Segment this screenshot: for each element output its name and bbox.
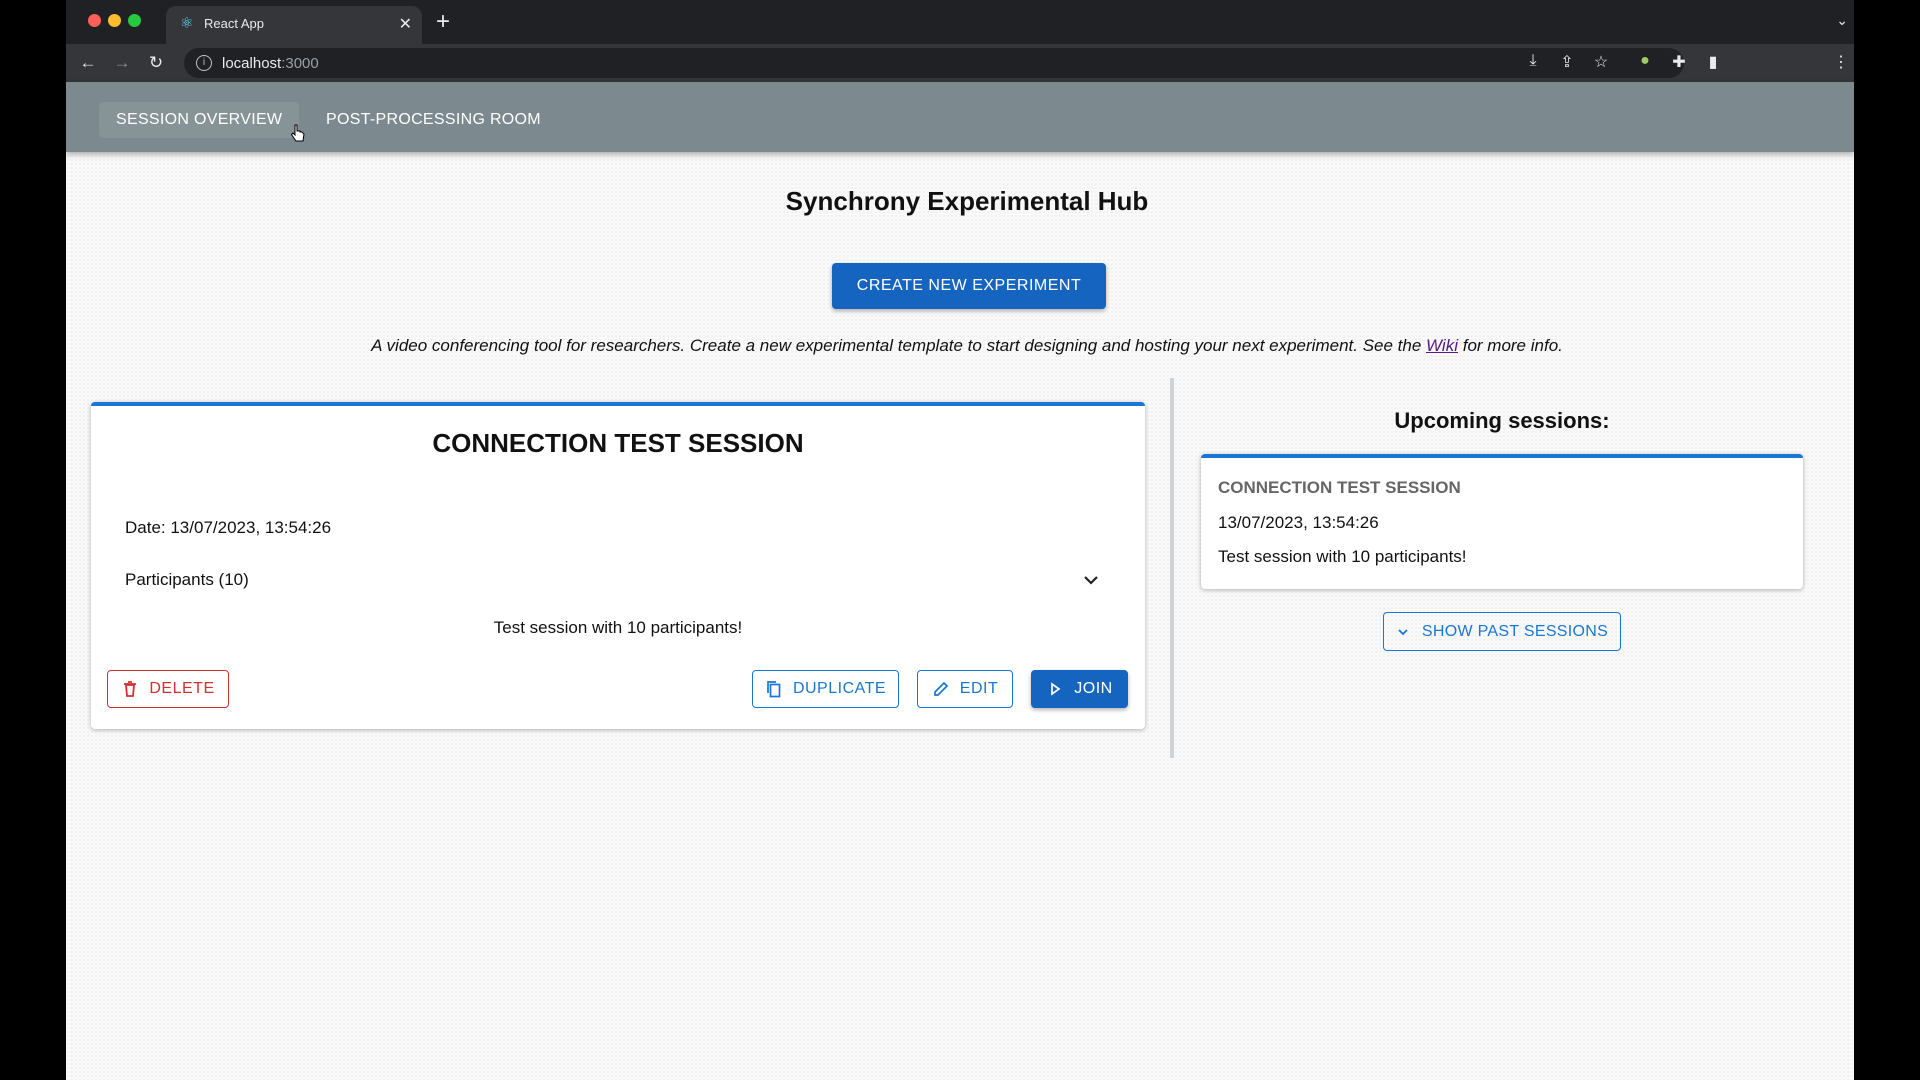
browser-tab[interactable]: ⚛ React App ✕ (166, 6, 422, 44)
session-date: Date: 13/07/2023, 13:54:26 (125, 518, 332, 537)
session-title: CONNECTION TEST SESSION (432, 428, 804, 458)
install-icon[interactable]: ⤓ (1522, 52, 1544, 70)
close-icon[interactable]: ✕ (399, 14, 412, 34)
page-description: A video conferencing tool for researcher… (371, 336, 1563, 355)
chevron-down-icon (1398, 628, 1408, 635)
duplicate-button[interactable]: DUPLICATE (752, 670, 899, 708)
close-window-button[interactable] (88, 14, 101, 27)
pencil-icon (933, 681, 948, 696)
edit-button[interactable]: EDIT (917, 670, 1013, 708)
upcoming-session-date: 13/07/2023, 13:54:26 (1218, 513, 1379, 532)
copy-icon (767, 681, 781, 698)
sidepanel-icon[interactable]: ▮ (1702, 52, 1724, 72)
tab-title: React App (204, 16, 264, 31)
share-icon[interactable]: ⇪ (1556, 52, 1578, 72)
session-card: CONNECTION TEST SESSION Date: 13/07/2023… (91, 402, 1145, 729)
column-divider (1170, 378, 1174, 758)
maximize-window-button[interactable] (128, 14, 141, 27)
session-description: Test session with 10 participants! (493, 618, 743, 637)
address-bar[interactable]: i localhost:3000 (184, 48, 1684, 78)
tab-strip: ⚛ React App ✕ + ⌄ (66, 0, 1854, 44)
create-experiment-button[interactable]: CREATE NEW EXPERIMENT (832, 263, 1106, 309)
hand-cursor-icon (290, 124, 305, 142)
puzzle-icon[interactable]: ✚ (1668, 52, 1690, 72)
upcoming-session-description: Test session with 10 participants! (1218, 547, 1467, 566)
info-icon[interactable]: i (196, 55, 212, 71)
browser-toolbar: ← → ↻ i localhost:3000 ⤓ ⇪ ☆ ● ✚ ▮ ⋮ (66, 44, 1854, 82)
delete-button[interactable]: DELETE (107, 670, 229, 708)
upcoming-session-card[interactable]: CONNECTION TEST SESSION 13/07/2023, 13:5… (1201, 454, 1803, 589)
wiki-link[interactable]: Wiki (1426, 336, 1458, 355)
reload-icon[interactable]: ↻ (144, 51, 168, 75)
page-title: Synchrony Experimental Hub (785, 186, 1149, 216)
react-icon: ⚛ (180, 15, 194, 32)
chevron-down-icon[interactable]: ⌄ (1836, 12, 1848, 29)
trash-icon (124, 681, 137, 697)
upcoming-sessions-heading: Upcoming sessions: (1394, 408, 1610, 433)
tab-post-processing-room[interactable]: POST-PROCESSING ROOM (309, 102, 558, 138)
forward-arrow-icon[interactable]: → (110, 51, 134, 75)
back-arrow-icon[interactable]: ← (76, 51, 100, 75)
chevron-down-icon[interactable] (1081, 570, 1101, 590)
new-tab-button[interactable]: + (436, 8, 450, 36)
extension-icon[interactable]: ● (1634, 52, 1656, 70)
kebab-menu-icon[interactable]: ⋮ (1830, 52, 1852, 72)
minimize-window-button[interactable] (108, 14, 121, 27)
browser-window: ⚛ React App ✕ + ⌄ ← → ↻ i localhost:3000… (66, 0, 1854, 1080)
join-button[interactable]: JOIN (1031, 670, 1128, 708)
app-page: SESSION OVERVIEW POST-PROCESSING ROOM Sy… (66, 82, 1854, 1080)
play-icon (1051, 682, 1061, 696)
top-navigation: SESSION OVERVIEW POST-PROCESSING ROOM (66, 82, 1854, 152)
url-text: localhost:3000 (222, 55, 319, 72)
show-past-sessions-button[interactable]: SHOW PAST SESSIONS (1383, 612, 1621, 651)
star-icon[interactable]: ☆ (1590, 52, 1612, 72)
upcoming-session-name: CONNECTION TEST SESSION (1218, 478, 1461, 497)
tab-session-overview[interactable]: SESSION OVERVIEW (99, 102, 300, 138)
participants-toggle-label[interactable]: Participants (10) (125, 570, 249, 590)
